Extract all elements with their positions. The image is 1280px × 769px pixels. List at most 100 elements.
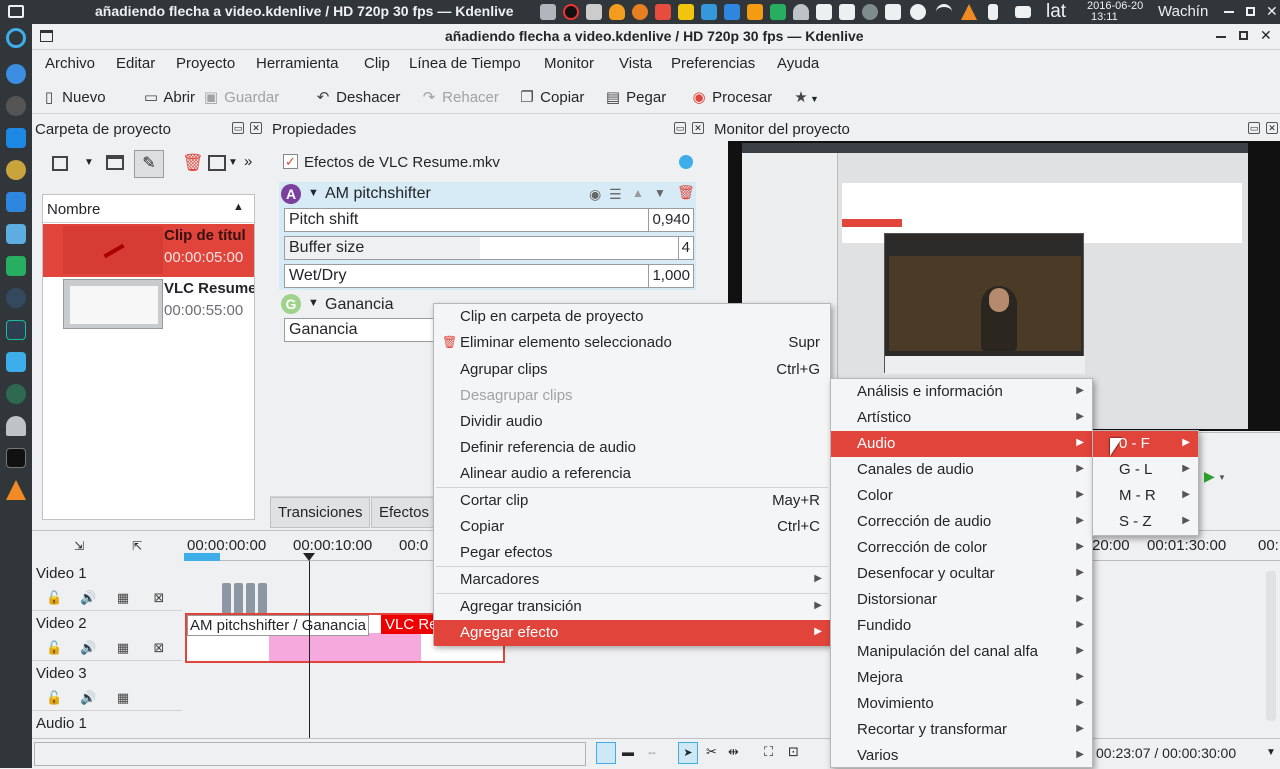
name-column-header[interactable]: Nombre ▲ bbox=[43, 195, 254, 223]
menu-item-agrupar[interactable]: Agrupar clips Ctrl+G bbox=[434, 357, 830, 383]
flame-tray-icon[interactable] bbox=[609, 4, 625, 20]
presentation-tray-icon[interactable] bbox=[747, 4, 763, 20]
properties-float-icon[interactable]: ▭ bbox=[674, 122, 686, 134]
properties-close-icon[interactable]: ✕ bbox=[692, 122, 704, 134]
audio-range-g-l[interactable]: G - L ▶ bbox=[1093, 457, 1198, 483]
menu-item-dividir-audio[interactable]: Dividir audio bbox=[434, 409, 830, 435]
amazon-icon[interactable] bbox=[6, 96, 26, 116]
effect-category-mejora[interactable]: Mejora ▶ bbox=[831, 665, 1092, 691]
terminal-icon[interactable] bbox=[6, 448, 26, 468]
lock-icon[interactable]: 🔓 bbox=[46, 591, 62, 605]
view-mode-dropdown-icon[interactable]: ▼ bbox=[84, 157, 94, 168]
vlc-icon[interactable] bbox=[6, 480, 26, 500]
mail-tray-icon[interactable] bbox=[1015, 6, 1031, 18]
tab-efectos[interactable]: Efectos bbox=[371, 497, 438, 528]
lock-icon[interactable]: 🔓 bbox=[46, 691, 62, 705]
timeline-vscroll[interactable] bbox=[1266, 571, 1276, 721]
volume-icon[interactable] bbox=[988, 4, 998, 20]
effect-category-fundido[interactable]: Fundido ▶ bbox=[831, 613, 1092, 639]
film-icon[interactable]: ▦ bbox=[116, 691, 130, 705]
monitor-play-dropdown-icon[interactable]: ▼ bbox=[1218, 473, 1226, 482]
bin-clip-vlc[interactable]: VLC Resume 00:00:55:00 bbox=[43, 277, 254, 331]
window-menu-icon[interactable] bbox=[40, 30, 53, 42]
book-tray-icon[interactable] bbox=[816, 4, 832, 20]
gimp-icon[interactable] bbox=[6, 160, 26, 180]
menu-preferencias[interactable]: Preferencias bbox=[671, 55, 755, 72]
effect-category-distorsionar[interactable]: Distorsionar ▶ bbox=[831, 587, 1092, 613]
effect-category-desenfocar[interactable]: Desenfocar y ocultar ▶ bbox=[831, 561, 1092, 587]
open-button[interactable]: ▭ Abrir bbox=[142, 88, 195, 106]
mute-icon[interactable]: 🔊 bbox=[80, 691, 96, 705]
bell-tray-icon[interactable] bbox=[793, 4, 809, 20]
menu-ayuda[interactable]: Ayuda bbox=[777, 55, 819, 72]
folder-tray-icon[interactable] bbox=[540, 4, 556, 20]
disk-tray-icon[interactable] bbox=[862, 4, 878, 20]
bug-tray-icon[interactable] bbox=[586, 4, 602, 20]
render-button[interactable]: ◉ Procesar bbox=[690, 88, 772, 106]
razor-tool-icon[interactable]: ✂ bbox=[706, 744, 717, 760]
effect-category-artistico[interactable]: Artístico ▶ bbox=[831, 405, 1092, 431]
mail-icon[interactable] bbox=[6, 128, 26, 148]
delete-icon[interactable]: 🗑 bbox=[182, 153, 204, 173]
menu-vista[interactable]: Vista bbox=[619, 55, 652, 72]
paste-button[interactable]: ▤ Pegar bbox=[604, 88, 666, 106]
favorites-button[interactable]: ★ ▼ bbox=[792, 88, 819, 106]
menu-item-pegar-efectos[interactable]: Pegar efectos bbox=[434, 540, 830, 566]
menu-item-definir-referencia[interactable]: Definir referencia de audio bbox=[434, 435, 830, 461]
triangle-tray-icon[interactable] bbox=[655, 4, 671, 20]
vlc-tray-icon[interactable] bbox=[961, 4, 977, 20]
add-folder-icon[interactable] bbox=[106, 155, 124, 170]
clock-time[interactable]: 13:11 bbox=[1091, 11, 1118, 23]
menu-editar[interactable]: Editar bbox=[116, 55, 155, 72]
move-down-icon[interactable]: ▼ bbox=[654, 186, 666, 200]
window-titlebar[interactable]: añadiendo flecha a video.kdenlive / HD 7… bbox=[32, 24, 1280, 50]
new-button[interactable]: ▯ Nuevo bbox=[40, 88, 106, 106]
menu-item-clip-en-carpeta[interactable]: Clip en carpeta de proyecto bbox=[434, 304, 830, 330]
audio-range-s-z[interactable]: S - Z ▶ bbox=[1093, 509, 1198, 535]
zoom-icon[interactable]: ⊡ bbox=[788, 744, 799, 760]
audio-icon[interactable] bbox=[6, 288, 26, 308]
composite-icon[interactable]: ⊠ bbox=[152, 591, 166, 605]
user-name[interactable]: Wachín bbox=[1158, 3, 1208, 20]
effect-category-color[interactable]: Color ▶ bbox=[831, 483, 1092, 509]
kde-launcher-icon[interactable] bbox=[6, 28, 26, 48]
move-up-icon[interactable]: ▲ bbox=[632, 186, 644, 200]
screen-icon[interactable] bbox=[6, 224, 26, 244]
more-icon[interactable]: » bbox=[244, 153, 252, 170]
monitor-float-icon[interactable]: ▭ bbox=[1248, 122, 1260, 134]
zoom-fit-icon[interactable]: ⛶ bbox=[764, 744, 773, 760]
menu-clip[interactable]: Clip bbox=[364, 55, 390, 72]
minimize-icon[interactable] bbox=[1224, 11, 1234, 13]
maximize-icon[interactable] bbox=[1246, 7, 1255, 16]
menu-proyecto[interactable]: Proyecto bbox=[176, 55, 235, 72]
param-pitch-shift[interactable]: Pitch shift 0,940 bbox=[284, 208, 694, 232]
effect-category-correccion-audio[interactable]: Corrección de audio ▶ bbox=[831, 509, 1092, 535]
menu-item-agregar-efecto[interactable]: Agregar efecto ▶ bbox=[434, 620, 830, 646]
window-tray-icon[interactable] bbox=[701, 4, 717, 20]
clip-effects-checkbox[interactable]: ✓ bbox=[283, 154, 298, 169]
spacer-icon[interactable]: ⇔ bbox=[646, 745, 658, 759]
insert-track-icon[interactable]: ⇲ bbox=[74, 539, 84, 553]
audio-range-m-r[interactable]: M - R ▶ bbox=[1093, 483, 1198, 509]
composite-icon[interactable]: ⊠ bbox=[152, 641, 166, 655]
info-icon[interactable] bbox=[679, 155, 693, 169]
collapse-gain-icon[interactable]: ▼ bbox=[308, 297, 319, 309]
window-close-icon[interactable]: ✕ bbox=[1260, 27, 1272, 44]
undo-button[interactable]: ↶ Deshacer bbox=[314, 88, 401, 106]
edit-icon[interactable]: ✎ bbox=[134, 150, 164, 178]
collapse-effect-icon[interactable]: ▼ bbox=[308, 187, 319, 199]
media-tray-icon[interactable] bbox=[563, 4, 579, 20]
param-buffer-size[interactable]: Buffer size 4 bbox=[284, 236, 694, 260]
copy-button[interactable]: ❐ Copiar bbox=[518, 88, 584, 106]
chromium-icon[interactable] bbox=[6, 64, 26, 84]
monitor-close-icon[interactable]: ✕ bbox=[1266, 122, 1278, 134]
view-mode-icon[interactable] bbox=[52, 156, 68, 171]
menu-item-agregar-transicion[interactable]: Agregar transición ▶ bbox=[434, 594, 830, 620]
effect-category-canales[interactable]: Canales de audio ▶ bbox=[831, 457, 1092, 483]
window-maximize-icon[interactable] bbox=[1239, 31, 1248, 40]
wifi-icon[interactable] bbox=[936, 4, 952, 20]
bell-icon[interactable] bbox=[6, 416, 26, 436]
spreadsheet-icon[interactable] bbox=[6, 256, 26, 276]
timecode-display[interactable]: 00:23:07 / 00:00:30:00 ▼ bbox=[1090, 742, 1280, 766]
effect-category-canal-alfa[interactable]: Manipulación del canal alfa ▶ bbox=[831, 639, 1092, 665]
